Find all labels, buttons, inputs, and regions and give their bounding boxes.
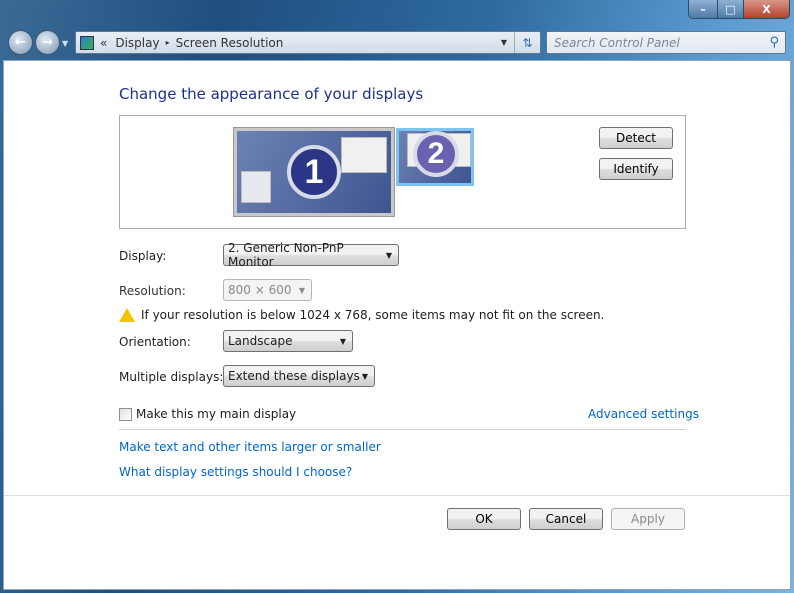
resolution-label: Resolution: (119, 284, 186, 298)
identify-button[interactable]: Identify (599, 158, 673, 180)
orientation-label: Orientation: (119, 335, 191, 349)
divider (119, 429, 686, 430)
back-arrow-icon: ← (15, 35, 26, 50)
breadcrumb-overflow[interactable]: « (100, 36, 107, 50)
chevron-down-icon: ▼ (339, 336, 346, 346)
multiple-displays-select[interactable]: Extend these displays ▼ (223, 365, 375, 387)
chevron-down-icon: ▼ (361, 371, 368, 381)
display-help-link[interactable]: What display settings should I choose? (119, 465, 352, 479)
search-input[interactable]: Search Control Panel ⚲ (546, 31, 786, 54)
page-title: Change the appearance of your displays (119, 85, 424, 103)
navigation-buttons: ← → ▼ (8, 30, 68, 55)
display-control-panel-icon (80, 35, 94, 50)
window-thumbnail (341, 137, 387, 173)
refresh-icon[interactable]: ⇅ (514, 32, 540, 53)
chevron-down-icon: ▼ (385, 250, 392, 260)
monitor-number: 1 (287, 145, 341, 199)
apply-button: Apply (611, 508, 685, 530)
multiple-displays-value: Extend these displays (228, 369, 360, 383)
minimize-button[interactable]: – (689, 0, 717, 18)
monitor-number: 2 (413, 131, 459, 177)
start-menu-thumbnail (241, 171, 271, 203)
resolution-warning: If your resolution is below 1024 x 768, … (119, 308, 604, 322)
search-placeholder: Search Control Panel (554, 35, 680, 50)
advanced-settings-link[interactable]: Advanced settings (588, 407, 699, 421)
detect-button[interactable]: Detect (599, 127, 673, 149)
close-button[interactable]: X (743, 0, 789, 18)
main-display-label: Make this my main display (136, 407, 297, 421)
warning-icon (119, 308, 135, 322)
display-label: Display: (119, 249, 167, 263)
checkbox-box[interactable] (119, 407, 132, 421)
breadcrumb-screen-resolution[interactable]: Screen Resolution (176, 36, 284, 50)
maximize-button[interactable]: □ (717, 0, 743, 18)
back-button[interactable]: ← (8, 30, 33, 55)
display-select[interactable]: 2. Generic Non-PnP Monitor ▼ (223, 241, 399, 269)
monitor-preview: 1 2 Detect Identify (119, 115, 686, 229)
address-bar[interactable]: « Display ▸ Screen Resolution ▼ ⇅ (75, 31, 541, 54)
warning-text: If your resolution is below 1024 x 768, … (141, 308, 605, 322)
breadcrumb-separator-icon[interactable]: ▸ (166, 38, 170, 47)
orientation-select[interactable]: Landscape ▼ (223, 330, 353, 352)
forward-arrow-icon: → (42, 35, 53, 50)
address-dropdown-icon[interactable]: ▼ (494, 38, 514, 47)
resolution-select: 800 × 600 ▼ (223, 279, 312, 301)
resolution-value: 800 × 600 (228, 283, 292, 297)
ok-button[interactable]: OK (447, 508, 521, 530)
main-display-checkbox[interactable]: Make this my main display (119, 407, 296, 421)
monitor-2[interactable]: 2 (396, 128, 474, 186)
cancel-button[interactable]: Cancel (529, 508, 603, 530)
recent-pages-dropdown-icon[interactable]: ▼ (62, 39, 68, 55)
orientation-value: Landscape (228, 334, 293, 348)
multiple-displays-label: Multiple displays: (119, 370, 224, 384)
display-value: 2. Generic Non-PnP Monitor (228, 241, 344, 269)
dialog-footer: OK Cancel Apply (4, 495, 790, 589)
text-size-link[interactable]: Make text and other items larger or smal… (119, 440, 381, 454)
search-icon[interactable]: ⚲ (769, 35, 779, 50)
breadcrumb-display[interactable]: Display (115, 36, 159, 50)
monitor-1[interactable]: 1 (234, 128, 394, 216)
chevron-down-icon: ▼ (298, 285, 305, 295)
forward-button[interactable]: → (35, 30, 60, 55)
window-controls: – □ X (688, 0, 790, 19)
content-pane: Change the appearance of your displays 1… (3, 60, 791, 590)
